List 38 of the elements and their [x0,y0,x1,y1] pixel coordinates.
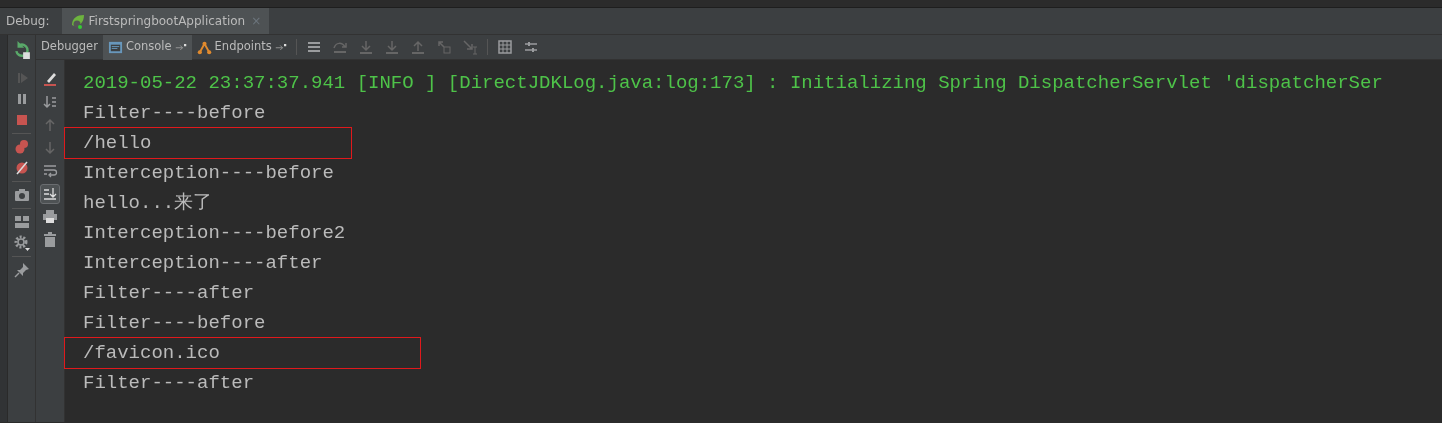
breakpoints-icon[interactable] [14,139,30,155]
run-tab[interactable]: FirstspringbootApplication × [61,8,270,34]
log-line: 2019-05-22 23:37:37.941 [INFO ] [DirectJDKLog.java:log:173] : Initializing Spring DispatcherServlet 'dispatcherSer [83,71,1383,96]
console-line: /favicon.ico [65,338,420,368]
rerun-icon[interactable] [13,41,31,59]
trash-icon[interactable] [42,232,58,248]
soft-wrap-icon[interactable] [42,163,58,179]
console-line: hello...来了 [83,191,213,216]
layout-icon[interactable] [14,214,30,230]
print-icon[interactable] [42,209,58,225]
gear-icon[interactable] [14,235,30,251]
settings-sliders-icon[interactable] [522,39,539,55]
sort-icon[interactable] [42,94,58,110]
console-line: /hello [65,128,352,158]
panel-tab[interactable]: Endpoints [191,34,292,60]
console-line: Interception----before [83,161,334,186]
pin-tab-icon [274,41,287,53]
debug-label: Debug: [5,13,51,30]
list-icon[interactable] [305,39,322,55]
console-line: Filter----after [83,371,255,396]
console-line: Filter----before [83,311,266,336]
console-line: Interception----after [83,251,323,276]
console-line: Filter----after [83,281,255,306]
console-line: Interception----before2 [83,221,346,246]
panel-tab[interactable]: Console [102,34,192,60]
spring-leaf-icon [69,13,86,29]
clear-icon[interactable] [42,71,58,87]
console-line: Filter----before [83,101,266,126]
camera-icon[interactable] [14,187,30,203]
mute-breakpoints-icon[interactable] [14,160,30,176]
scroll-to-end-icon[interactable] [42,186,58,202]
panel-tab[interactable]: Debugger [36,34,103,60]
pin-tab-icon [174,41,187,53]
pin-icon[interactable] [14,262,30,278]
table-icon[interactable] [496,39,513,55]
stop-icon[interactable] [14,112,30,128]
endpoints-icon [196,39,212,55]
console-icon [107,39,123,55]
